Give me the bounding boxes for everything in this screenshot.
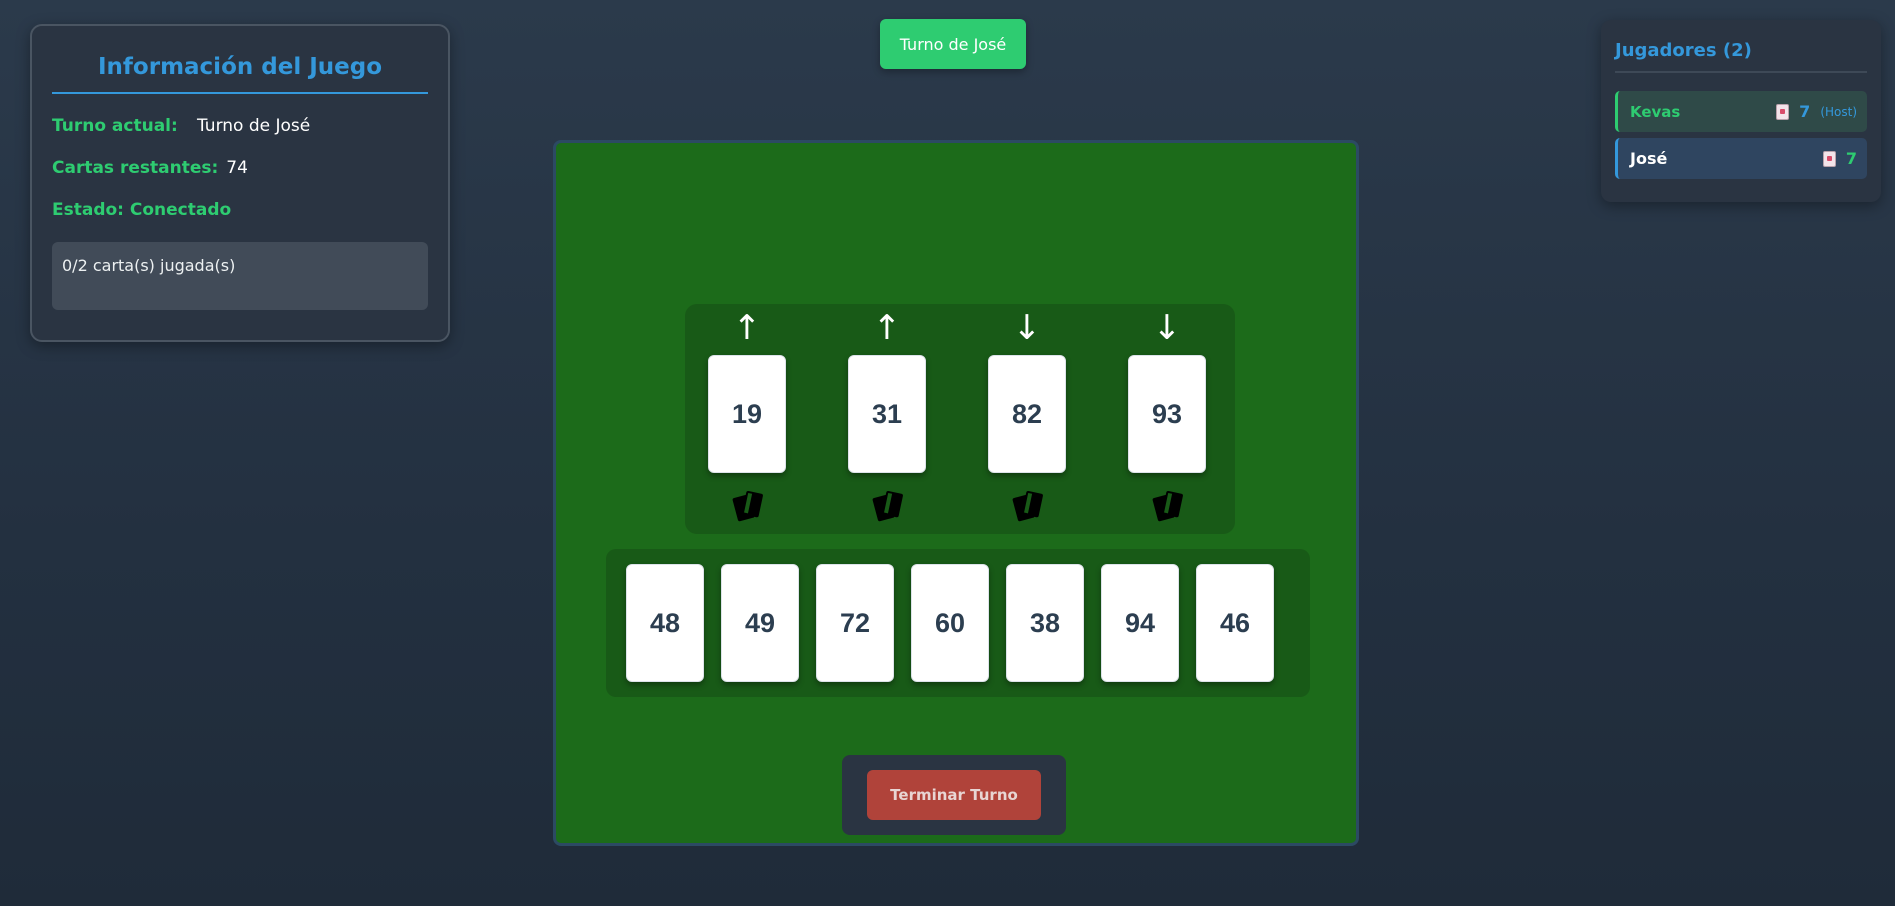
card-stack-icon — [1012, 490, 1043, 522]
card-stack-icon — [732, 490, 763, 522]
hand-card[interactable]: 72 — [816, 564, 894, 682]
player-name: José — [1630, 149, 1668, 168]
player-card-count: 7 — [1845, 149, 1857, 168]
player-hand: 48 49 72 60 38 94 46 — [606, 549, 1310, 697]
end-turn-container: Terminar Turno — [842, 755, 1066, 835]
game-info-panel: Información del Juego Turno actual: Turn… — [30, 24, 450, 342]
card-icon — [1822, 150, 1836, 167]
game-info-title: Información del Juego — [52, 44, 428, 94]
arrow-down-icon: ↓ — [1152, 308, 1182, 348]
player-name: Kevas — [1630, 102, 1681, 121]
hand-card[interactable]: 49 — [721, 564, 799, 682]
hand-card[interactable]: 48 — [626, 564, 704, 682]
current-turn-row: Turno actual: Turno de José — [52, 116, 428, 136]
hand-card[interactable]: 46 — [1196, 564, 1274, 682]
pile-top-card[interactable]: 19 — [708, 355, 786, 473]
turn-indicator: Turno de José — [880, 19, 1026, 69]
card-icon — [1776, 103, 1790, 120]
player-item-kevas: Kevas 7 (Host) — [1615, 91, 1867, 132]
hand-card[interactable]: 38 — [1006, 564, 1084, 682]
players-panel: Jugadores (2) Kevas 7 (Host) José 7 — [1601, 20, 1881, 202]
connection-status-row: Estado: Conectado — [52, 200, 428, 220]
pile-up-2[interactable]: ↑ 31 — [847, 304, 927, 534]
players-title: Jugadores (2) — [1615, 36, 1867, 73]
cards-played-box: 0/2 carta(s) jugada(s) — [52, 242, 428, 310]
card-stack-icon — [872, 490, 903, 522]
player-item-jose: José 7 — [1615, 138, 1867, 179]
remaining-cards-value: 74 — [226, 158, 248, 178]
arrow-up-icon: ↑ — [872, 308, 902, 348]
game-table: ↑ 19 ↑ 31 ↓ 82 ↓ 93 48 49 72 60 38 94 46… — [553, 140, 1359, 846]
arrow-up-icon: ↑ — [732, 308, 762, 348]
remaining-cards-label: Cartas restantes: — [52, 158, 219, 178]
hand-card[interactable]: 60 — [911, 564, 989, 682]
hand-card[interactable]: 94 — [1101, 564, 1179, 682]
current-turn-label: Turno actual: — [52, 116, 178, 136]
player-card-count: 7 — [1799, 102, 1811, 121]
pile-up-1[interactable]: ↑ 19 — [707, 304, 787, 534]
connection-status: Estado: Conectado — [52, 200, 232, 220]
current-turn-value: Turno de José — [197, 116, 311, 136]
piles-area: ↑ 19 ↑ 31 ↓ 82 ↓ 93 — [685, 304, 1235, 534]
pile-down-2[interactable]: ↓ 93 — [1127, 304, 1207, 534]
pile-top-card[interactable]: 93 — [1128, 355, 1206, 473]
cards-played-text: 0/2 carta(s) jugada(s) — [62, 256, 236, 275]
pile-down-1[interactable]: ↓ 82 — [987, 304, 1067, 534]
host-badge: (Host) — [1820, 104, 1857, 119]
end-turn-button[interactable]: Terminar Turno — [867, 770, 1041, 820]
arrow-down-icon: ↓ — [1012, 308, 1042, 348]
pile-top-card[interactable]: 31 — [848, 355, 926, 473]
pile-top-card[interactable]: 82 — [988, 355, 1066, 473]
remaining-cards-row: Cartas restantes: 74 — [52, 158, 428, 178]
card-stack-icon — [1152, 490, 1183, 522]
